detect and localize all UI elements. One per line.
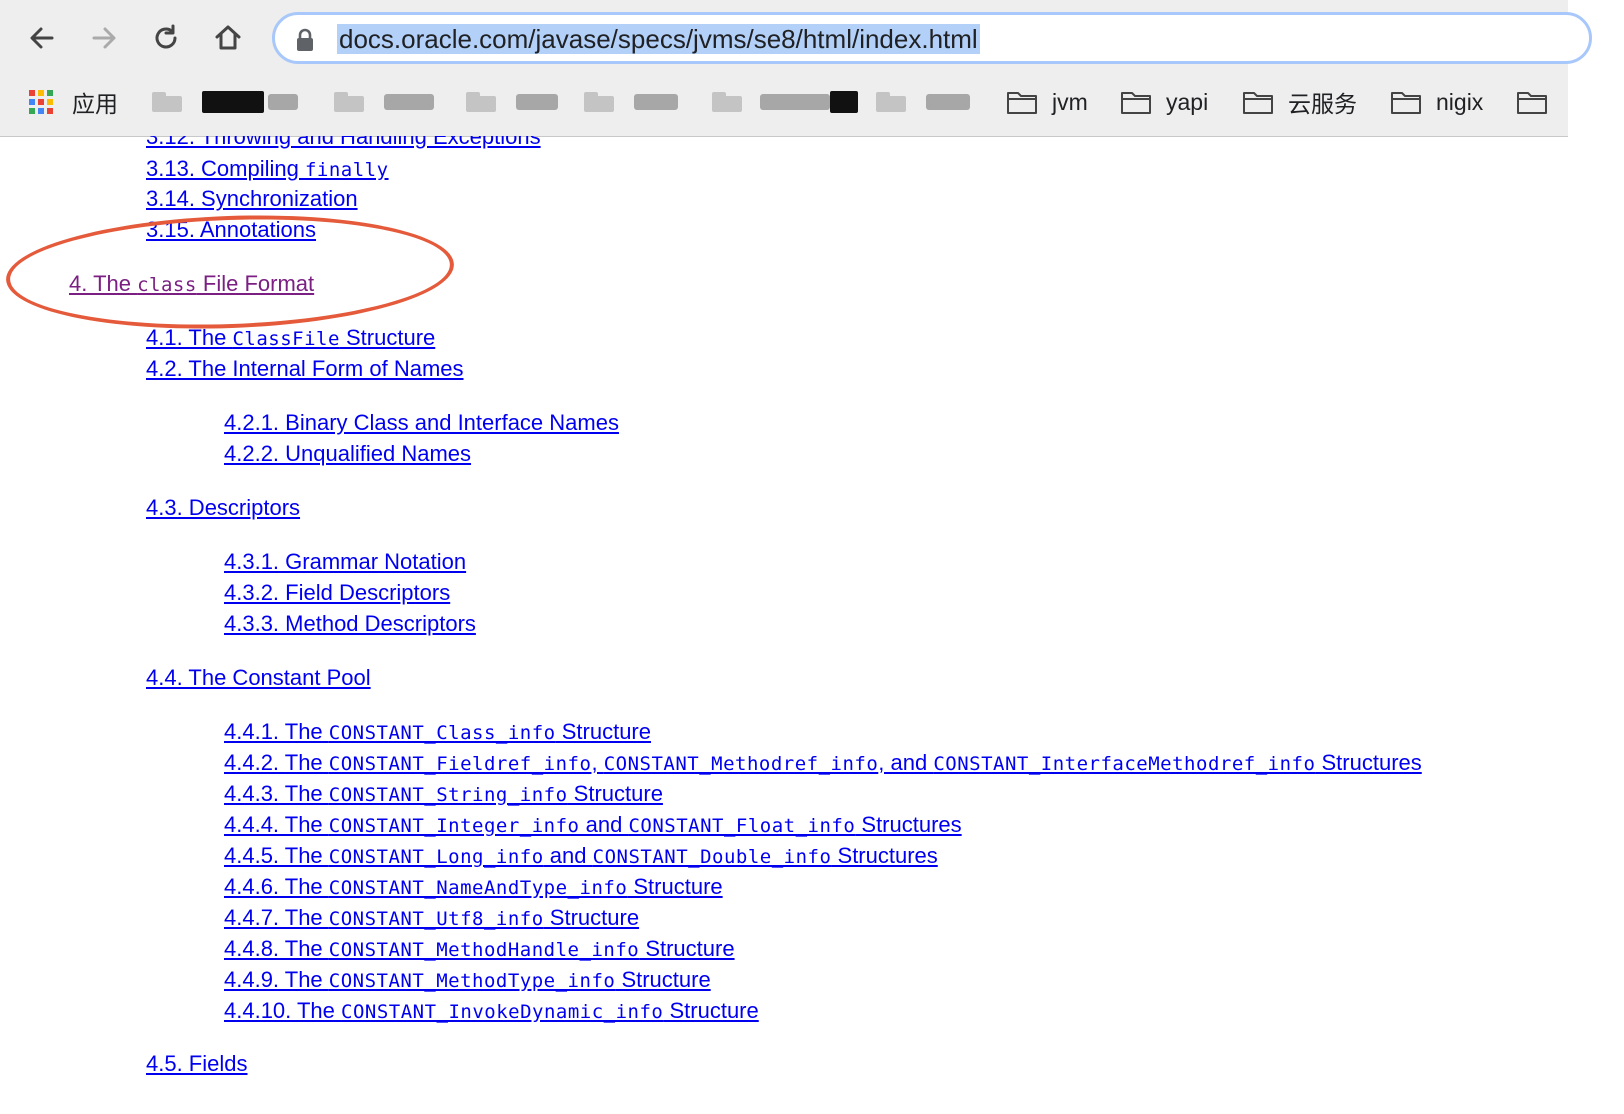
bookmark-cloud-label: 云服务	[1288, 91, 1357, 117]
folder-icon	[1121, 92, 1151, 114]
bookmark-redacted-6[interactable]	[876, 84, 970, 120]
bookmark-nigix[interactable]: nigix	[1390, 84, 1483, 120]
blurred-label	[926, 94, 970, 110]
toc-link-3-12[interactable]: 3.12. Throwing and Handling Exceptions	[146, 136, 541, 150]
toc-link-4-4-7[interactable]: 4.4.7. The CONSTANT_Utf8_info Structure	[224, 905, 639, 932]
folder-icon	[1007, 92, 1037, 114]
toc-link-4-4-6[interactable]: 4.4.6. The CONSTANT_NameAndType_info Str…	[224, 874, 723, 901]
toc-link-4-4-1[interactable]: 4.4.1. The CONSTANT_Class_info Structure	[224, 719, 651, 746]
apps-grid-icon	[29, 90, 53, 114]
toc-link-4-4-8[interactable]: 4.4.8. The CONSTANT_MethodHandle_info St…	[224, 936, 735, 963]
browser-chrome: docs.oracle.com/javase/specs/jvms/se8/ht…	[0, 0, 1592, 137]
bookmark-redacted-5[interactable]	[712, 84, 858, 120]
bookmark-nigix-label: nigix	[1436, 88, 1484, 115]
folder-icon	[334, 92, 364, 112]
back-arrow-icon	[30, 27, 54, 49]
toc-link-4[interactable]: 4. The class File Format	[69, 271, 314, 298]
folder-icon	[584, 92, 614, 112]
blurred-label	[634, 94, 678, 110]
toc-link-4-4-9[interactable]: 4.4.9. The CONSTANT_MethodType_info Stru…	[224, 967, 711, 994]
url-text[interactable]: docs.oracle.com/javase/specs/jvms/se8/ht…	[337, 24, 980, 54]
toc-link-4-2-1[interactable]: 4.2.1. Binary Class and Interface Names	[224, 410, 619, 436]
reload-icon	[155, 24, 177, 49]
toc-link-4-4-3[interactable]: 4.4.3. The CONSTANT_String_info Structur…	[224, 781, 663, 808]
toc-link-4-5[interactable]: 4.5. Fields	[146, 1051, 248, 1075]
bookmark-yapi-label: yapi	[1166, 88, 1209, 115]
redacted-label	[202, 91, 264, 113]
toc-link-3-15[interactable]: 3.15. Annotations	[146, 217, 316, 243]
home-icon	[215, 25, 241, 50]
blurred-label	[268, 94, 298, 110]
toc-link-4-4[interactable]: 4.4. The Constant Pool	[146, 665, 371, 691]
toc-content: 3.12. Throwing and Handling Exceptions 3…	[0, 136, 1568, 1075]
toc-link-4-2-2[interactable]: 4.2.2. Unqualified Names	[224, 441, 471, 467]
address-bar[interactable]: docs.oracle.com/javase/specs/jvms/se8/ht…	[272, 12, 1592, 64]
blurred-label	[384, 94, 434, 110]
folder-icon	[1391, 92, 1421, 114]
toc-link-4-4-10[interactable]: 4.4.10. The CONSTANT_InvokeDynamic_info …	[224, 998, 759, 1025]
folder-icon	[152, 92, 182, 112]
back-button[interactable]	[22, 18, 62, 58]
bookmark-redacted-1[interactable]	[152, 84, 298, 120]
bookmark-cloud[interactable]: 云服务	[1242, 84, 1357, 120]
folder-icon	[712, 92, 742, 112]
toc-link-3-13[interactable]: 3.13. Compiling finally	[146, 156, 389, 183]
bookmark-overflow[interactable]	[1516, 84, 1548, 120]
folder-icon	[1243, 92, 1273, 114]
bookmark-jvm[interactable]: jvm	[1006, 84, 1088, 120]
lock-icon	[295, 28, 315, 57]
reload-button[interactable]	[146, 18, 186, 58]
bookmarks-bar: 应用 jvm yapi 云服务 nigix	[0, 76, 1568, 128]
bookmark-apps-label: 应用	[72, 91, 118, 117]
toc-link-4-2[interactable]: 4.2. The Internal Form of Names	[146, 356, 464, 382]
bookmark-redacted-4[interactable]	[584, 84, 678, 120]
toc-link-4-3-3[interactable]: 4.3.3. Method Descriptors	[224, 611, 476, 637]
folder-icon	[876, 92, 906, 112]
forward-arrow-icon	[92, 27, 116, 49]
toc-link-4-4-5[interactable]: 4.4.5. The CONSTANT_Long_info and CONSTA…	[224, 843, 938, 870]
home-button[interactable]	[208, 18, 248, 58]
toc-link-3-14[interactable]: 3.14. Synchronization	[146, 186, 358, 212]
toc-link-4-4-4[interactable]: 4.4.4. The CONSTANT_Integer_info and CON…	[224, 812, 962, 839]
toc-link-4-3-1[interactable]: 4.3.1. Grammar Notation	[224, 549, 466, 575]
bookmark-yapi[interactable]: yapi	[1120, 84, 1208, 120]
toc-link-4-3-2[interactable]: 4.3.2. Field Descriptors	[224, 580, 450, 606]
bookmark-apps[interactable]: 应用	[28, 84, 118, 120]
forward-button[interactable]	[84, 18, 124, 58]
bookmark-redacted-3[interactable]	[466, 84, 558, 120]
bookmark-redacted-2[interactable]	[334, 84, 434, 120]
toc-link-4-1[interactable]: 4.1. The ClassFile Structure	[146, 325, 435, 352]
folder-icon	[466, 92, 496, 112]
toc-link-4-4-2[interactable]: 4.4.2. The CONSTANT_Fieldref_info, CONST…	[224, 750, 1422, 777]
redacted-label	[830, 91, 858, 113]
folder-icon	[1517, 92, 1547, 114]
blurred-label	[760, 94, 830, 110]
bookmark-jvm-label: jvm	[1052, 88, 1088, 115]
blurred-label	[516, 94, 558, 110]
toc-link-4-3[interactable]: 4.3. Descriptors	[146, 495, 300, 521]
